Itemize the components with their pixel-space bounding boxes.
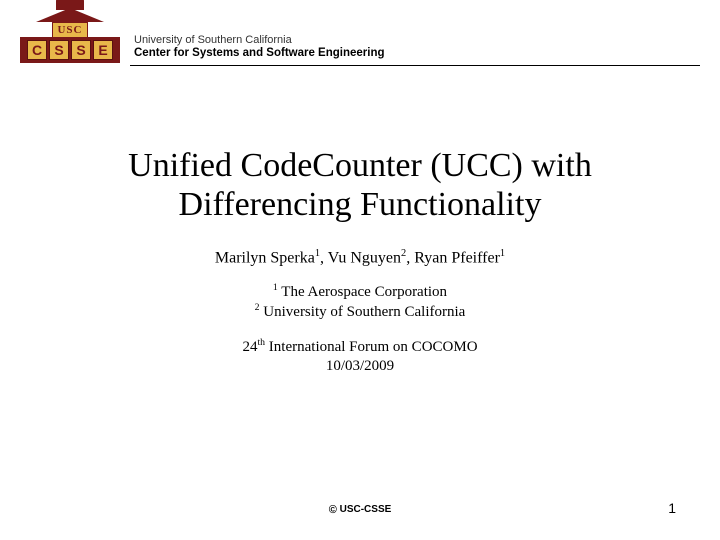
slide-header: USC C S S E University of Southern Calif… [0,0,720,63]
university-name: University of Southern California [134,34,700,46]
title-line-2: Differencing Functionality [179,186,542,223]
affiliation-line: 1 The Aerospace Corporation [0,282,720,303]
venue-block: 24th International Forum on COCOMO 10/03… [0,337,720,377]
copyright-icon: © [329,504,337,516]
copyright-footer: © USC-CSSE [0,504,720,516]
author-name: Ryan Pfeiffer [414,250,500,267]
logo-roof-icon [36,8,104,22]
logo-chimney-icon [56,0,84,10]
page-number: 1 [668,500,676,516]
logo-letter-row: C S S E [20,37,120,63]
affil-text: The Aerospace Corporation [278,284,447,300]
header-divider [130,65,700,66]
logo-letter: E [93,40,113,60]
logo-letter: C [27,40,47,60]
affiliations-block: 1 The Aerospace Corporation 2 University… [0,282,720,323]
venue-line: 24th International Forum on COCOMO [0,337,720,358]
authors-line: Marilyn Sperka1, Vu Nguyen2, Ryan Pfeiff… [0,248,720,267]
title-line-1: Unified CodeCounter (UCC) with [128,147,592,184]
venue-date: 10/03/2009 [0,357,720,377]
copyright-text: USC-CSSE [337,504,391,515]
author-name: Marilyn Sperka [215,250,315,267]
header-text-block: University of Southern California Center… [120,34,700,63]
center-name: Center for Systems and Software Engineer… [134,47,700,59]
author-name: Vu Nguyen [328,250,401,267]
logo-letter: S [49,40,69,60]
ordinal-suffix: th [257,337,265,348]
affil-text: University of Southern California [260,304,466,320]
author-affil-ref: 1 [500,248,505,259]
logo-usc-text: USC [52,22,88,37]
affiliation-line: 2 University of Southern California [0,302,720,323]
usc-csse-logo: USC C S S E [20,8,120,63]
logo-letter: S [71,40,91,60]
slide-title: Unified CodeCounter (UCC) with Differenc… [40,146,680,224]
